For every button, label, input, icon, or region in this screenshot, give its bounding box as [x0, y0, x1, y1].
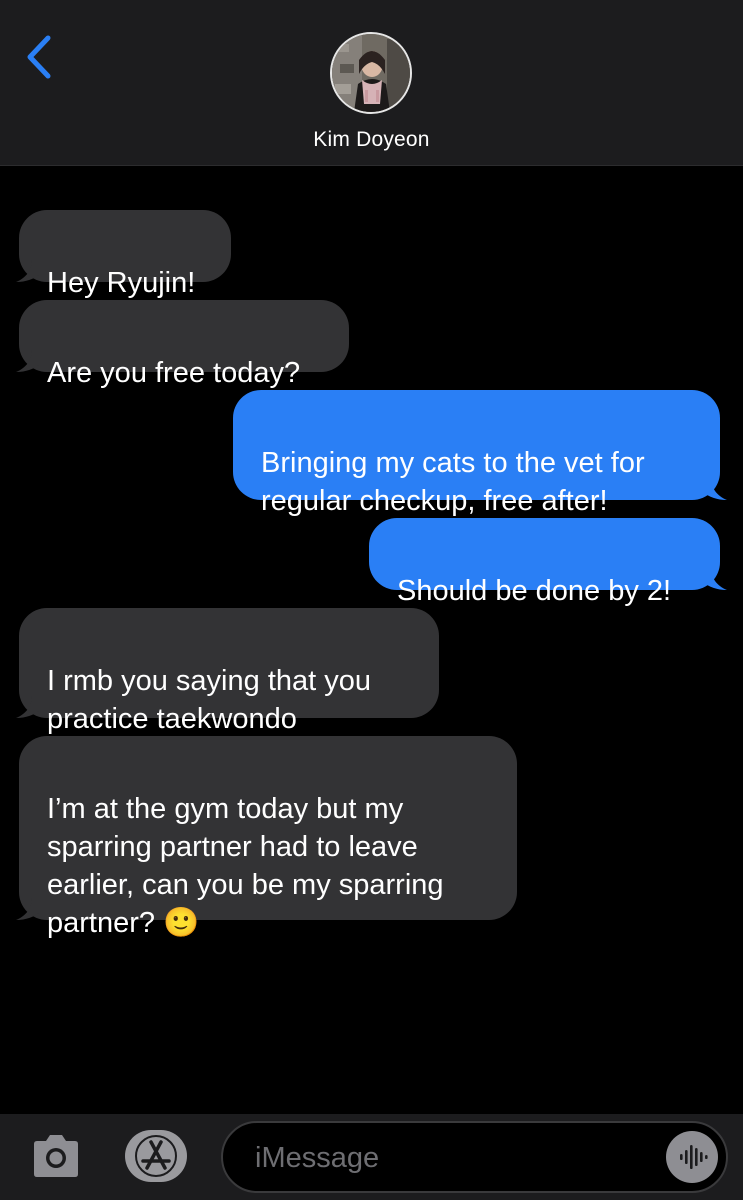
conversation-header: Kim Doyeon: [0, 0, 743, 166]
sent-message-bubble[interactable]: Bringing my cats to the vet for regular …: [233, 390, 720, 517]
app-store-button[interactable]: [125, 1130, 187, 1182]
audio-message-button[interactable]: [666, 1131, 718, 1183]
compose-bar: [0, 1114, 743, 1200]
message-text: Hey Ryujin!: [47, 267, 196, 299]
audio-waveform-icon: [680, 1145, 708, 1169]
camera-icon: [34, 1135, 78, 1177]
chevron-left-icon: [27, 35, 51, 79]
app-store-icon: [135, 1135, 177, 1177]
camera-button[interactable]: [30, 1132, 82, 1180]
message-text: Are you free today?: [47, 357, 301, 389]
received-bubble-tail: [16, 898, 40, 920]
sent-bubble-tail: [703, 478, 727, 500]
received-message-bubble[interactable]: I rmb you saying that you practice taekw…: [19, 608, 439, 735]
message-text: Should be done by 2!: [397, 575, 672, 607]
avatar-photo: [332, 34, 410, 112]
sent-message-bubble[interactable]: Should be done by 2!: [369, 518, 720, 607]
back-button[interactable]: [22, 34, 62, 80]
received-bubble-tail: [16, 260, 40, 282]
imessage-input[interactable]: [253, 1137, 647, 1179]
contact-avatar[interactable]: [330, 32, 412, 114]
received-message-bubble[interactable]: I’m at the gym today but my sparring par…: [19, 736, 517, 939]
sent-bubble-tail: [703, 568, 727, 590]
imessage-field[interactable]: [221, 1121, 728, 1193]
message-thread[interactable]: Hey Ryujin! Are you free today? Bringing…: [0, 166, 743, 1114]
messages-screen: Kim Doyeon Hey Ryujin! Are you free toda…: [0, 0, 743, 1200]
message-text: I’m at the gym today but my sparring par…: [47, 793, 444, 939]
received-message-bubble[interactable]: Hey Ryujin!: [19, 210, 231, 299]
received-bubble-tail: [16, 696, 40, 718]
received-message-bubble[interactable]: Are you free today?: [19, 300, 349, 389]
message-text: I rmb you saying that you practice taekw…: [47, 665, 371, 735]
contact-name[interactable]: Kim Doyeon: [0, 128, 743, 152]
message-text: Bringing my cats to the vet for regular …: [261, 447, 645, 517]
received-bubble-tail: [16, 350, 40, 372]
